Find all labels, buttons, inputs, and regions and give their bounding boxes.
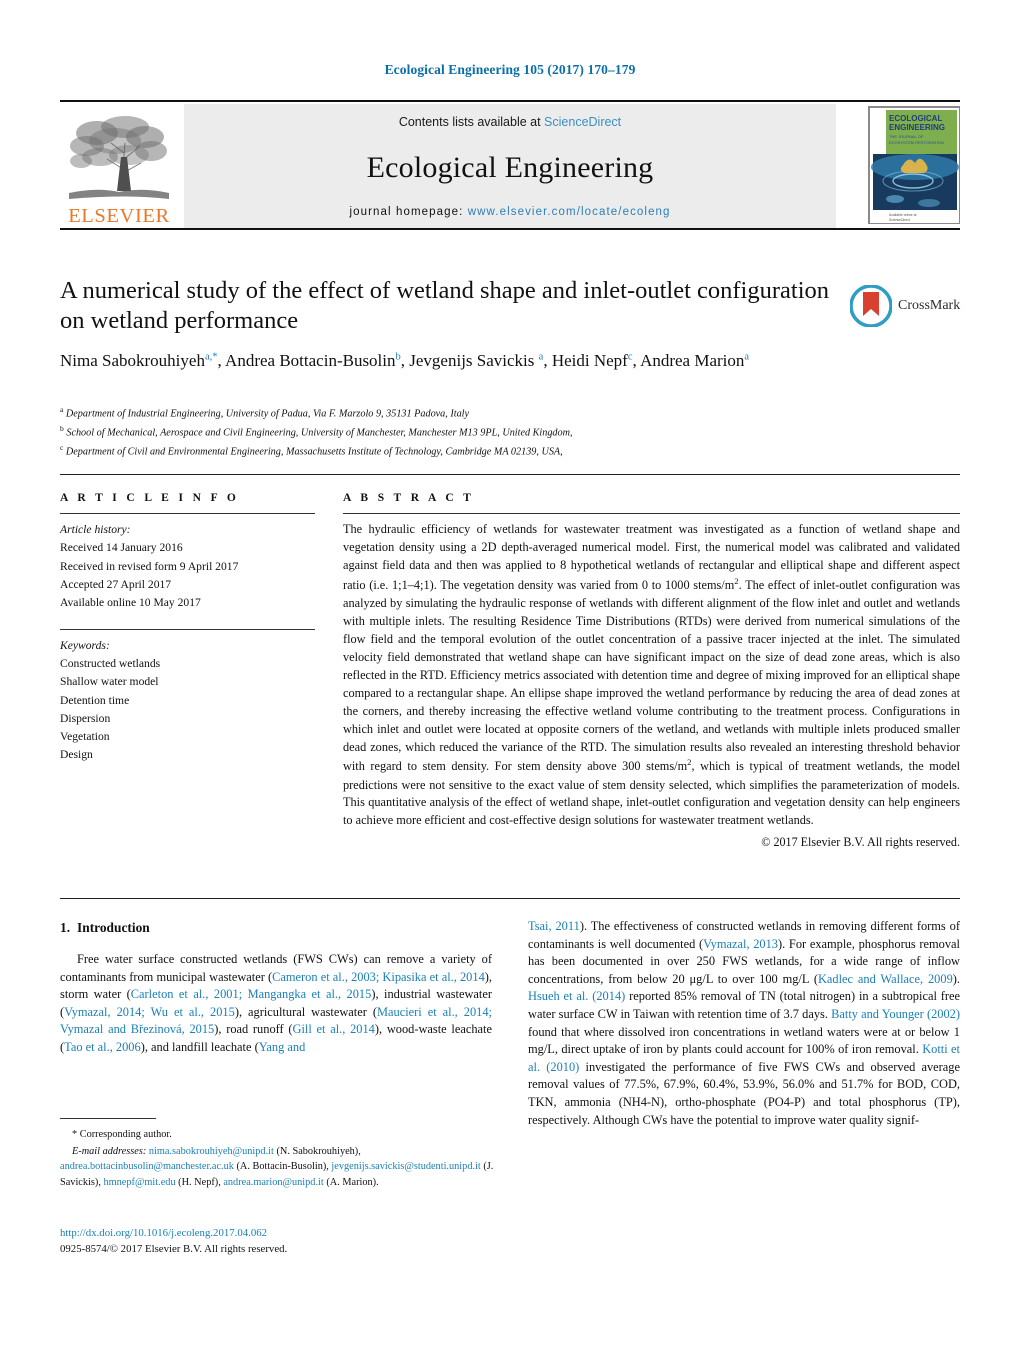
abstract-heading: A B S T R A C T bbox=[343, 492, 475, 504]
doi-block: http://dx.doi.org/10.1016/j.ecoleng.2017… bbox=[60, 1225, 500, 1257]
introduction-right-column: Tsai, 2011). The effectiveness of constr… bbox=[528, 918, 960, 1129]
affiliation-text: School of Mechanical, Aerospace and Civi… bbox=[66, 427, 573, 439]
history-item: Received in revised form 9 April 2017 bbox=[60, 559, 239, 573]
masthead-banner: Contents lists available at ScienceDirec… bbox=[184, 104, 836, 228]
affiliation-item: c Department of Civil and Environmental … bbox=[60, 442, 940, 461]
abstract-section: A B S T R A C T The hydraulic efficiency… bbox=[343, 492, 960, 850]
affiliation-text: Department of Industrial Engineering, Un… bbox=[65, 408, 470, 420]
keyword-item: Detention time bbox=[60, 693, 130, 707]
introduction-paragraph-left: Free water surface constructed wetlands … bbox=[60, 952, 493, 1055]
journal-cover-thumbnail: ECOLOGICAL ENGINEERING THE JOURNAL OF EC… bbox=[868, 106, 960, 224]
keywords-rule bbox=[60, 628, 315, 630]
homepage-url-link[interactable]: www.elsevier.com/locate/ecoleng bbox=[468, 206, 671, 218]
crossmark-badge[interactable]: CrossMark bbox=[849, 283, 962, 329]
elsevier-logo: ELSEVIER bbox=[60, 104, 178, 228]
running-head: Ecological Engineering 105 (2017) 170–17… bbox=[384, 62, 636, 77]
history-item: Accepted 27 April 2017 bbox=[60, 577, 172, 591]
svg-text:ECOSYSTEM RESTORATION: ECOSYSTEM RESTORATION bbox=[889, 140, 944, 145]
keyword-item: Constructed wetlands bbox=[60, 656, 161, 670]
article-history: Article history: Received 14 January 201… bbox=[60, 521, 315, 613]
keyword-item: Dispersion bbox=[60, 711, 111, 725]
page-title: A numerical study of the effect of wetla… bbox=[60, 277, 830, 334]
affiliation-item: a Department of Industrial Engineering, … bbox=[60, 404, 940, 423]
affiliation-list: a Department of Industrial Engineering, … bbox=[60, 404, 940, 461]
section-number: 1. bbox=[60, 920, 71, 935]
abstract-body: The hydraulic efficiency of wetlands for… bbox=[343, 522, 960, 828]
abstract-copyright: © 2017 Elsevier B.V. All rights reserved… bbox=[761, 835, 960, 850]
introduction-left-column: 1. Introduction Free water surface constr… bbox=[60, 918, 492, 1057]
article-info-section: A R T I C L E I N F O Article history: R… bbox=[60, 492, 315, 765]
corresponding-author-note: * Corresponding author. bbox=[72, 1129, 172, 1140]
email-addresses: E-mail addresses: nima.sabokrouhiyeh@uni… bbox=[60, 1144, 500, 1191]
abstract-rule bbox=[343, 513, 960, 514]
article-history-label: Article history: bbox=[60, 523, 131, 536]
svg-text:THE JOURNAL OF: THE JOURNAL OF bbox=[889, 134, 924, 139]
article-info-heading: A R T I C L E I N F O bbox=[60, 492, 240, 504]
introduction-paragraph-right: Tsai, 2011). The effectiveness of constr… bbox=[528, 919, 961, 1127]
doi-link[interactable]: http://dx.doi.org/10.1016/j.ecoleng.2017… bbox=[60, 1225, 500, 1241]
article-info-rule bbox=[60, 513, 315, 514]
footnote-block: * Corresponding author. E-mail addresses… bbox=[60, 1127, 500, 1191]
elsevier-wordmark: ELSEVIER bbox=[68, 204, 170, 227]
elsevier-tree-icon bbox=[67, 113, 171, 205]
svg-text:ENGINEERING: ENGINEERING bbox=[889, 123, 945, 132]
keywords-label: Keywords: bbox=[60, 638, 110, 652]
history-item: Received 14 January 2016 bbox=[60, 541, 183, 555]
affiliation-marker: a bbox=[60, 405, 64, 414]
keyword-item: Design bbox=[60, 748, 93, 762]
section-title-introduction: 1. Introduction bbox=[60, 918, 492, 937]
keywords-list: Keywords: Constructed wetlands Shallow w… bbox=[60, 637, 315, 765]
author-list: Nima Sabokrouhiyeha,*, Andrea Bottacin-B… bbox=[60, 350, 750, 370]
footnote-divider bbox=[60, 1118, 156, 1119]
article-page: Ecological Engineering 105 (2017) 170–17… bbox=[0, 0, 1020, 1351]
journal-title: Ecological Engineering bbox=[366, 150, 654, 184]
keyword-item: Shallow water model bbox=[60, 675, 159, 689]
issn-copyright-line: 0925-8574/© 2017 Elsevier B.V. All right… bbox=[60, 1243, 288, 1256]
affiliation-marker: b bbox=[60, 423, 64, 433]
homepage-prefix: journal homepage: bbox=[349, 206, 468, 218]
title-block: A numerical study of the effect of wetla… bbox=[60, 276, 850, 373]
crossmark-label: CrossMark bbox=[898, 298, 961, 313]
contents-prefix: Contents lists available at bbox=[398, 115, 545, 129]
contents-list-line: Contents lists available at ScienceDirec… bbox=[399, 115, 621, 129]
divider-above-abstract bbox=[60, 474, 960, 475]
svg-text:Available online at: Available online at bbox=[889, 213, 917, 217]
section-label: Introduction bbox=[77, 920, 150, 935]
divider-below-abstract bbox=[60, 898, 960, 899]
svg-text:ScienceDirect: ScienceDirect bbox=[889, 218, 910, 222]
journal-masthead: ELSEVIER Contents lists available at Sci… bbox=[60, 100, 960, 230]
affiliation-text: Department of Civil and Environmental En… bbox=[65, 446, 563, 458]
history-item: Available online 10 May 2017 bbox=[60, 596, 201, 610]
email-addresses-label: E-mail addresses: bbox=[72, 1145, 147, 1157]
crossmark-icon bbox=[849, 284, 893, 328]
journal-homepage-line: journal homepage: www.elsevier.com/locat… bbox=[349, 206, 670, 218]
keyword-item: Vegetation bbox=[60, 730, 110, 744]
svg-text:ECOLOGICAL: ECOLOGICAL bbox=[889, 114, 942, 123]
affiliation-item: b School of Mechanical, Aerospace and Ci… bbox=[60, 423, 940, 442]
sciencedirect-link[interactable]: ScienceDirect bbox=[544, 115, 621, 129]
affiliation-marker: c bbox=[60, 442, 64, 452]
